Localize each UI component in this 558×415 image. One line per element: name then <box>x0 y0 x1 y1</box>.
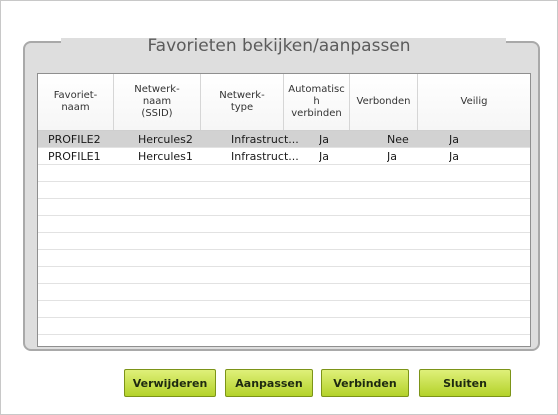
close-button[interactable]: Sluiten <box>419 369 511 397</box>
cell-network-type: Infrastruct... <box>231 150 299 163</box>
column-header-profile-name[interactable]: Favoriet- naam <box>38 74 114 130</box>
cell-connected: Nee <box>387 133 409 146</box>
connect-button[interactable]: Verbinden <box>321 369 409 397</box>
cell-auto-connect: Ja <box>319 150 329 163</box>
empty-row <box>38 250 530 267</box>
button-bar: Verwijderen Aanpassen Verbinden Sluiten <box>1 369 558 399</box>
empty-row <box>38 267 530 284</box>
empty-row <box>38 233 530 250</box>
empty-row <box>38 199 530 216</box>
delete-button[interactable]: Verwijderen <box>124 369 216 397</box>
cell-secure: Ja <box>449 150 459 163</box>
column-header-secure[interactable]: Veilig <box>418 74 530 130</box>
cell-network-type: Infrastruct... <box>231 133 299 146</box>
column-header-ssid[interactable]: Netwerk- naam (SSID) <box>114 74 201 130</box>
empty-row <box>38 216 530 233</box>
cell-connected: Ja <box>387 150 397 163</box>
cell-ssid: Hercules1 <box>138 150 193 163</box>
screen: Favorieten bekijken/aanpassen Favoriet- … <box>0 0 558 415</box>
cell-profile-name: PROFILE2 <box>48 133 101 146</box>
table-header: Favoriet- naam Netwerk- naam (SSID) Netw… <box>38 74 530 131</box>
empty-row <box>38 318 530 335</box>
column-header-network-type[interactable]: Netwerk- type <box>201 74 284 130</box>
empty-row <box>38 182 530 199</box>
cell-ssid: Hercules2 <box>138 133 193 146</box>
empty-row <box>38 284 530 301</box>
favorites-list[interactable]: Favoriet- naam Netwerk- naam (SSID) Netw… <box>37 73 531 347</box>
edit-button[interactable]: Aanpassen <box>225 369 313 397</box>
table-row[interactable]: PROFILE1 Hercules1 Infrastruct... Ja Ja … <box>38 148 530 165</box>
empty-row <box>38 301 530 318</box>
column-header-auto-connect[interactable]: Automatisc h verbinden <box>284 74 350 130</box>
cell-auto-connect: Ja <box>319 133 329 146</box>
cell-secure: Ja <box>449 133 459 146</box>
dialog-title: Favorieten bekijken/aanpassen <box>147 36 411 56</box>
table-row[interactable]: PROFILE2 Hercules2 Infrastruct... Ja Nee… <box>38 131 530 148</box>
empty-row <box>38 165 530 182</box>
cell-profile-name: PROFILE1 <box>48 150 101 163</box>
column-header-connected[interactable]: Verbonden <box>350 74 418 130</box>
